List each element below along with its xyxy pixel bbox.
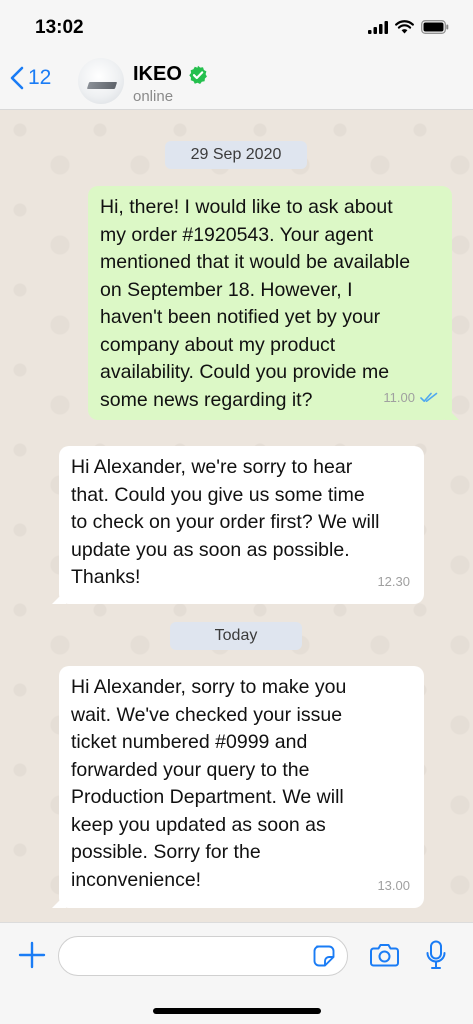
input-bar (0, 922, 473, 1024)
chat-header: 12 IKEO online (0, 52, 473, 110)
contact-name-row[interactable]: IKEO (133, 63, 208, 86)
message-bubble-incoming[interactable]: Hi Alexander, we're sorry to hear that. … (52, 446, 424, 604)
status-bar: 13:02 (0, 0, 473, 52)
message-bubble-incoming[interactable]: Hi Alexander, sorry to make you wait. We… (52, 666, 424, 908)
message-text: Hi Alexander, we're sorry to hear that. … (71, 456, 380, 588)
back-chevron-icon (10, 66, 24, 90)
date-separator: 29 Sep 2020 (165, 141, 307, 169)
status-time: 13:02 (35, 17, 84, 38)
contact-status: online (133, 88, 174, 105)
sticker-icon (313, 945, 335, 967)
message-time: 12.30 (377, 573, 410, 589)
microphone-button[interactable] (426, 940, 446, 975)
message-text: Hi, there! I would like to ask about my … (100, 196, 411, 411)
double-check-icon (420, 392, 438, 402)
message-bubble-outgoing[interactable]: Hi, there! I would like to ask about my … (88, 186, 459, 420)
wifi-icon (395, 20, 414, 34)
date-separator: Today (170, 622, 302, 650)
date-separator-label: 29 Sep 2020 (190, 146, 282, 163)
contact-name: IKEO (133, 63, 182, 85)
avatar[interactable] (78, 58, 124, 104)
message-time: 13.00 (377, 877, 410, 893)
camera-icon (370, 944, 399, 967)
unread-count: 12 (28, 66, 52, 89)
battery-icon (421, 20, 449, 34)
sticker-button[interactable] (313, 945, 335, 972)
status-icons (368, 20, 449, 34)
microphone-icon (426, 940, 446, 969)
attach-button[interactable] (18, 941, 46, 974)
back-button[interactable]: 12 (10, 66, 51, 90)
message-meta: 13.00 (377, 872, 410, 900)
verified-badge-icon (189, 65, 207, 84)
message-text: Hi Alexander, sorry to make you wait. We… (71, 676, 347, 891)
signal-icon (368, 20, 388, 34)
camera-button[interactable] (370, 943, 399, 972)
chat-area[interactable]: 29 Sep 2020 Hi, there! I would like to a… (0, 110, 473, 922)
message-input[interactable] (58, 936, 348, 976)
home-indicator (153, 1008, 321, 1014)
date-separator-label: Today (214, 627, 258, 644)
message-time: 11.00 (383, 389, 415, 405)
message-meta: 11.00 (383, 384, 438, 412)
message-meta: 12.30 (377, 568, 410, 596)
plus-icon (18, 941, 46, 969)
